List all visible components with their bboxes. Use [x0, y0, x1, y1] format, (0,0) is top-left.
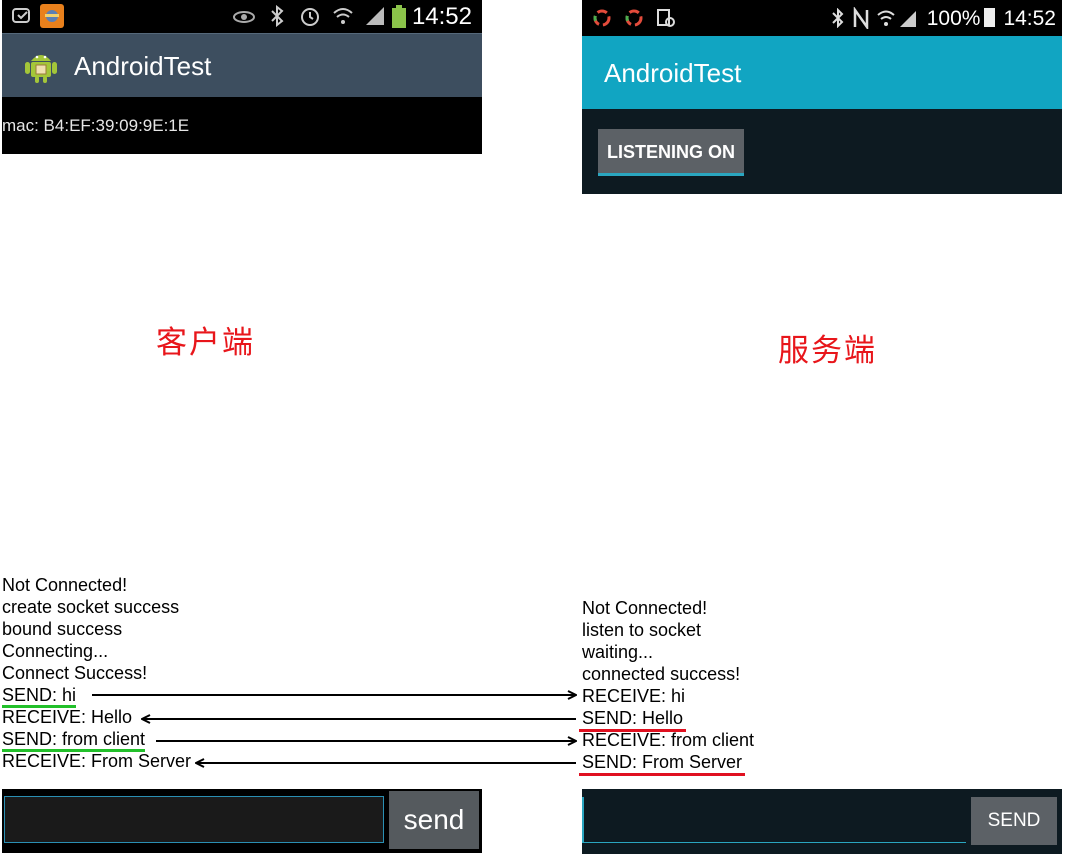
message-flow-arrows: [92, 0, 1065, 854]
